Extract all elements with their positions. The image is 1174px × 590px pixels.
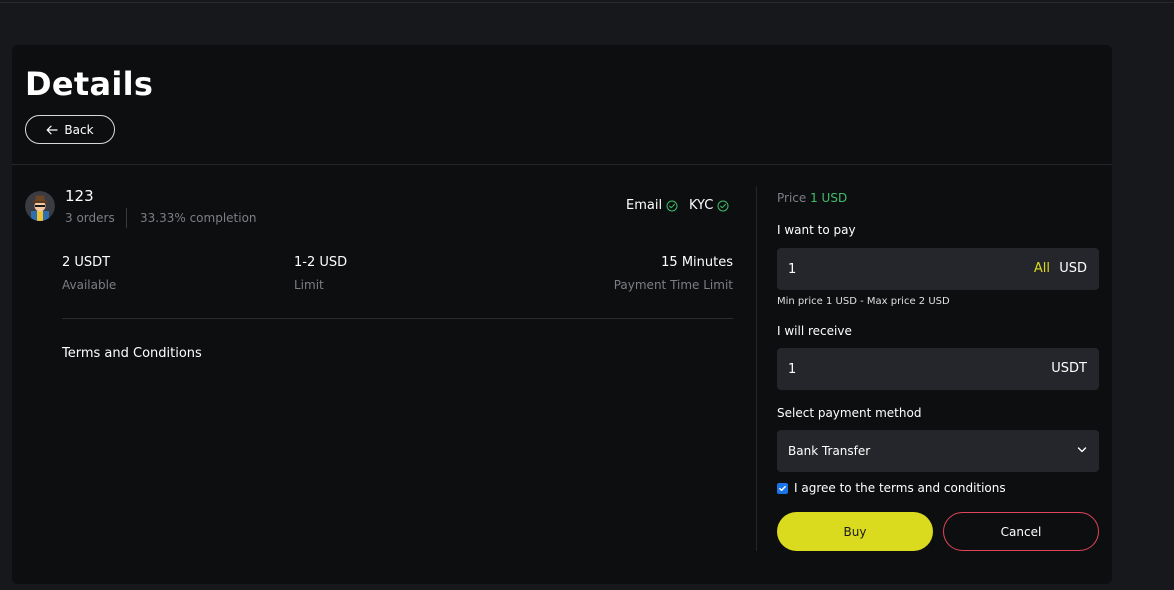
payment-method-label: Select payment method bbox=[777, 406, 922, 420]
column-divider bbox=[756, 186, 757, 551]
check-circle-icon bbox=[717, 200, 729, 211]
payment-time-label: Payment Time Limit bbox=[613, 278, 733, 292]
page-title: Details bbox=[25, 65, 154, 103]
receive-unit: USDT bbox=[1051, 361, 1087, 376]
avatar bbox=[25, 191, 55, 221]
back-button[interactable]: Back bbox=[25, 115, 115, 144]
limit-label: Limit bbox=[294, 278, 324, 292]
pay-field: All USD bbox=[777, 248, 1099, 290]
terms-title: Terms and Conditions bbox=[62, 346, 202, 361]
details-card: Details Back 123 3 orders 33.33% complet… bbox=[12, 45, 1112, 584]
cancel-button[interactable]: Cancel bbox=[943, 512, 1099, 551]
user-stat-separator bbox=[126, 208, 127, 228]
price-value: 1 USD bbox=[810, 191, 848, 205]
payment-time-value: 15 Minutes bbox=[661, 255, 733, 270]
back-label: Back bbox=[64, 122, 94, 137]
receive-field: USDT bbox=[777, 348, 1099, 390]
header-divider bbox=[12, 164, 1112, 165]
limit-value: 1-2 USD bbox=[294, 255, 348, 270]
email-verified-label: Email bbox=[626, 198, 663, 213]
min-max-price: Min price 1 USD - Max price 2 USD bbox=[777, 296, 950, 307]
kyc-verified-label: KYC bbox=[689, 198, 714, 213]
pay-label: I want to pay bbox=[777, 223, 856, 237]
buy-button[interactable]: Buy bbox=[777, 512, 933, 551]
chevron-down-icon bbox=[1077, 447, 1087, 453]
price-line: Price 1 USD bbox=[777, 191, 847, 205]
checkmark-icon bbox=[779, 485, 786, 491]
payment-method-value: Bank Transfer bbox=[788, 444, 871, 458]
receive-input[interactable] bbox=[777, 348, 1017, 390]
payment-method-select[interactable]: Bank Transfer bbox=[777, 430, 1099, 472]
agree-terms: I agree to the terms and conditions bbox=[777, 481, 1006, 495]
pay-unit: USD bbox=[1059, 261, 1087, 276]
stats-divider bbox=[62, 318, 733, 319]
agree-label: I agree to the terms and conditions bbox=[794, 481, 1006, 495]
available-value: 2 USDT bbox=[62, 255, 111, 270]
price-label: Price bbox=[777, 191, 807, 205]
kyc-verified-badge: KYC bbox=[689, 198, 729, 213]
email-verified-badge: Email bbox=[626, 198, 678, 213]
user-name: 123 bbox=[65, 187, 94, 205]
available-label: Available bbox=[62, 278, 117, 292]
agree-checkbox[interactable] bbox=[777, 482, 788, 494]
pay-input[interactable] bbox=[777, 248, 1017, 290]
pay-all-button[interactable]: All bbox=[1034, 261, 1050, 276]
user-completion: 33.33% completion bbox=[140, 211, 257, 225]
arrow-left-icon bbox=[47, 125, 59, 134]
receive-label: I will receive bbox=[777, 324, 852, 338]
check-circle-icon bbox=[666, 200, 678, 211]
user-orders: 3 orders bbox=[65, 211, 115, 225]
top-divider bbox=[0, 2, 1174, 3]
